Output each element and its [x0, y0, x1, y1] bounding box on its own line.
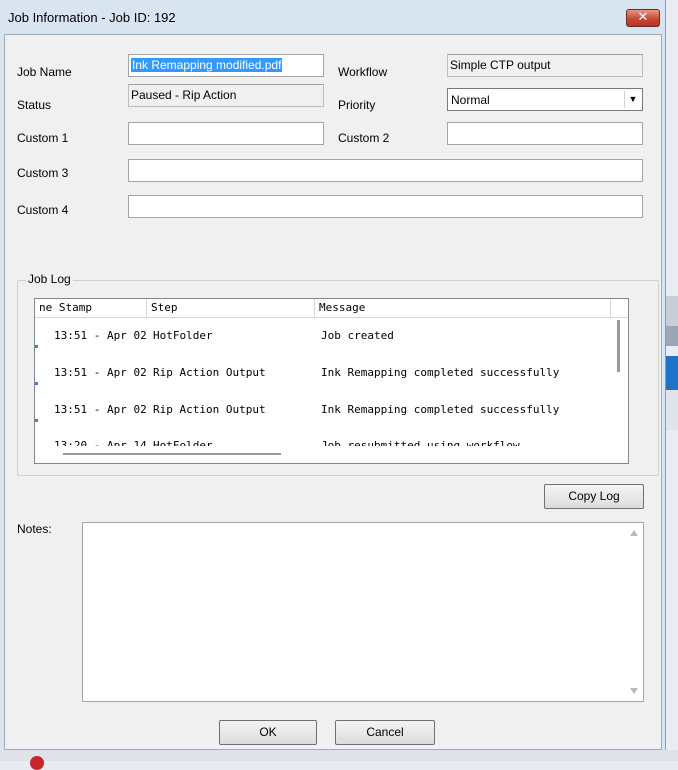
close-button[interactable]: ✕: [626, 9, 660, 27]
custom1-label: Custom 1: [17, 131, 69, 145]
copy-log-button[interactable]: Copy Log: [544, 484, 644, 509]
custom3-field[interactable]: [128, 159, 643, 182]
cancel-button[interactable]: Cancel: [335, 720, 435, 745]
table-row[interactable]: 13:51 - Apr 02 HotFolder Job created: [35, 318, 610, 355]
job-name-value: Ink Remapping modified.pdf: [131, 58, 283, 72]
row-time: 13:51 - Apr 02: [54, 329, 147, 342]
workflow-field: Simple CTP output: [447, 54, 643, 77]
row-message: Ink Remapping completed successfully: [321, 403, 560, 416]
row-time: 13:51 - Apr 02: [54, 366, 147, 379]
row-step: Rip Action Output: [153, 366, 266, 379]
priority-label: Priority: [338, 98, 376, 112]
job-name-field[interactable]: Ink Remapping modified.pdf: [128, 54, 324, 77]
workflow-value: Simple CTP output: [450, 58, 551, 72]
close-icon: ✕: [637, 10, 649, 25]
column-message[interactable]: Message: [315, 299, 611, 318]
workflow-label: Workflow: [338, 65, 388, 79]
job-name-label: Job Name: [17, 65, 72, 79]
status-label: Status: [17, 98, 52, 112]
table-row[interactable]: 13:51 - Apr 02 Rip Action Output Ink Rem…: [35, 392, 610, 429]
notes-textarea[interactable]: [82, 522, 644, 702]
column-time-stamp[interactable]: ne Stamp: [35, 299, 147, 318]
job-log-title: Job Log: [26, 272, 73, 286]
job-log-horizontal-scrollbar[interactable]: [35, 446, 628, 463]
row-message: Job created: [321, 329, 394, 342]
row-marker: [35, 382, 38, 385]
row-step: HotFolder: [153, 329, 213, 342]
priority-value: Normal: [451, 93, 490, 107]
background-app-bottom: [0, 750, 678, 770]
scroll-down-arrow-icon[interactable]: [630, 688, 638, 694]
custom3-label: Custom 3: [17, 166, 69, 180]
window-title: Job Information - Job ID: 192: [8, 10, 176, 25]
notes-label: Notes:: [17, 522, 52, 536]
row-marker: [35, 345, 38, 348]
vertical-scroll-thumb[interactable]: [617, 320, 620, 372]
custom2-label: Custom 2: [338, 131, 390, 145]
custom2-field[interactable]: [447, 122, 643, 145]
custom1-field[interactable]: [128, 122, 324, 145]
chevron-down-icon[interactable]: ▼: [624, 91, 641, 108]
priority-dropdown[interactable]: Normal ▼: [447, 88, 643, 111]
background-app-strip: [666, 0, 678, 761]
row-step: Rip Action Output: [153, 403, 266, 416]
dialog-body: Job Name Ink Remapping modified.pdf Work…: [4, 34, 662, 750]
row-time: 13:51 - Apr 02: [54, 403, 147, 416]
job-log-vertical-scrollbar[interactable]: [610, 318, 628, 446]
custom4-field[interactable]: [128, 195, 643, 218]
job-log-header: ne Stamp Step Message: [35, 299, 628, 318]
row-marker: [35, 419, 38, 422]
status-field: Paused - Rip Action: [128, 84, 324, 107]
status-value: Paused - Rip Action: [131, 88, 237, 102]
background-status-icon: [30, 756, 44, 770]
job-log-list[interactable]: ne Stamp Step Message 13:51 - Apr 02 Hot…: [34, 298, 629, 464]
table-row[interactable]: 13:51 - Apr 02 Rip Action Output Ink Rem…: [35, 355, 610, 392]
custom4-label: Custom 4: [17, 203, 69, 217]
horizontal-scroll-thumb[interactable]: [63, 453, 281, 455]
title-bar[interactable]: Job Information - Job ID: 192 ✕: [0, 0, 666, 34]
scroll-up-arrow-icon[interactable]: [630, 530, 638, 536]
job-log-group: Job Log ne Stamp Step Message 13:51 - Ap…: [17, 272, 659, 476]
row-message: Ink Remapping completed successfully: [321, 366, 560, 379]
column-step[interactable]: Step: [147, 299, 315, 318]
ok-button[interactable]: OK: [219, 720, 317, 745]
job-information-dialog: Job Information - Job ID: 192 ✕ Job Name…: [0, 0, 666, 750]
notes-scrollbar[interactable]: [626, 523, 643, 701]
